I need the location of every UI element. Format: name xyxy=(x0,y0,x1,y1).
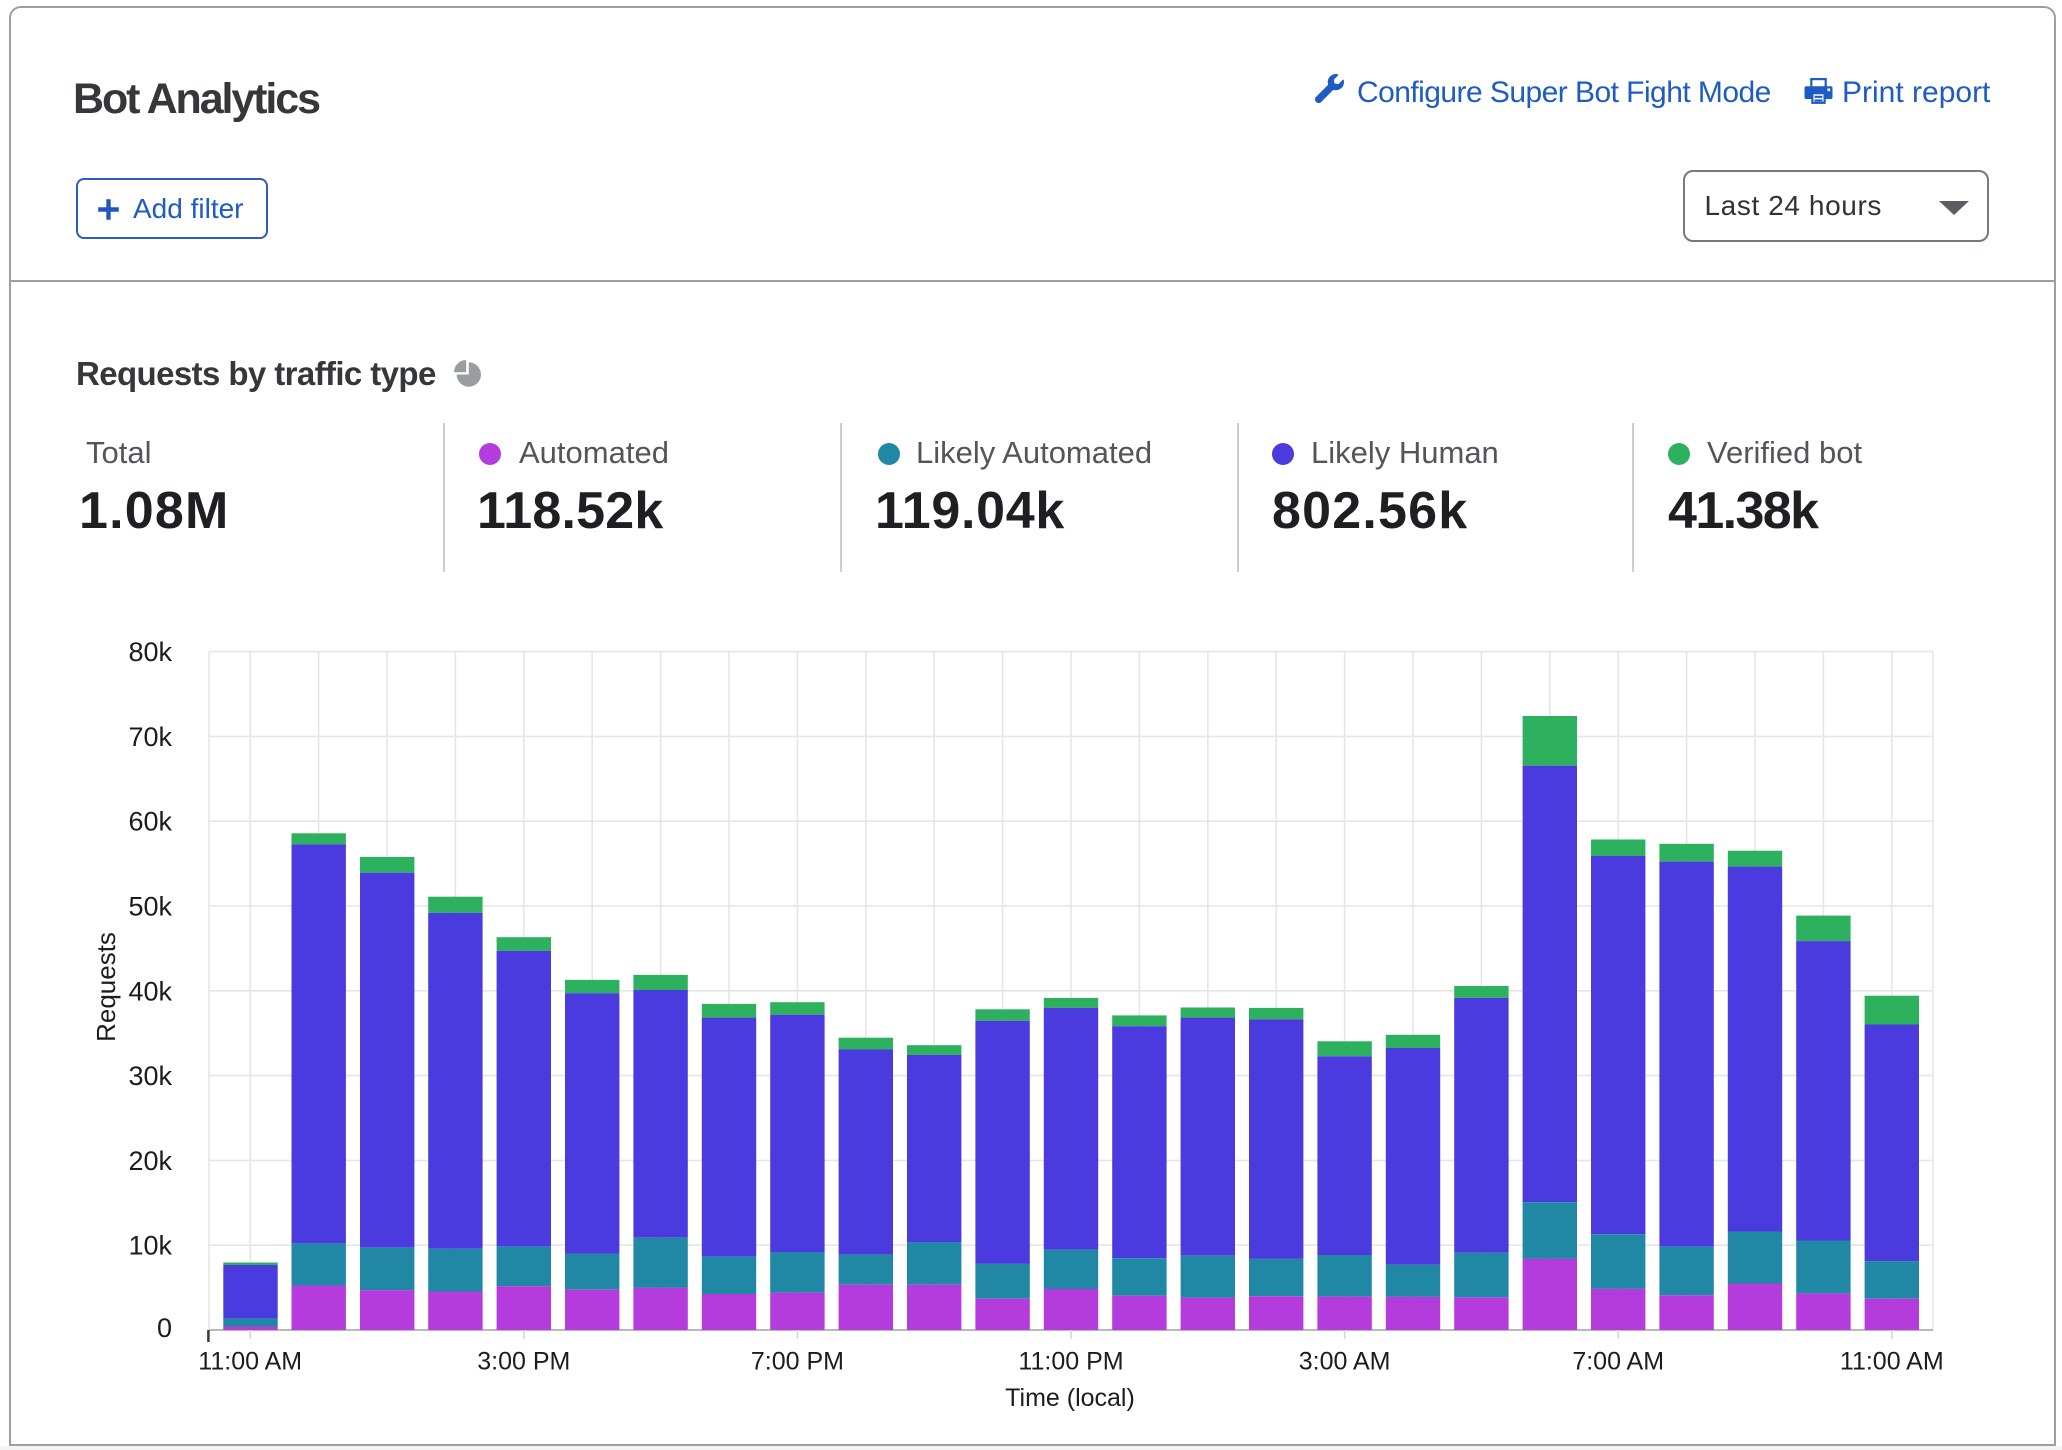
svg-text:3:00 AM: 3:00 AM xyxy=(1299,1348,1391,1376)
svg-text:11:00 AM: 11:00 AM xyxy=(198,1348,302,1376)
svg-text:50k: 50k xyxy=(128,892,172,922)
svg-text:20k: 20k xyxy=(128,1146,172,1176)
svg-text:7:00 PM: 7:00 PM xyxy=(751,1348,844,1376)
svg-text:Requests: Requests xyxy=(91,932,121,1042)
svg-text:30k: 30k xyxy=(128,1061,172,1091)
svg-text:70k: 70k xyxy=(128,722,172,752)
svg-text:60k: 60k xyxy=(128,807,172,837)
svg-text:11:00 PM: 11:00 PM xyxy=(1018,1348,1123,1376)
svg-text:10k: 10k xyxy=(128,1231,172,1261)
svg-text:80k: 80k xyxy=(128,637,172,667)
svg-text:0: 0 xyxy=(157,1313,172,1343)
svg-text:7:00 AM: 7:00 AM xyxy=(1572,1348,1664,1376)
svg-text:3:00 PM: 3:00 PM xyxy=(477,1348,570,1376)
svg-text:Time (local): Time (local) xyxy=(1005,1384,1135,1412)
svg-text:11:00 AM: 11:00 AM xyxy=(1840,1348,1944,1376)
svg-text:40k: 40k xyxy=(128,976,172,1006)
